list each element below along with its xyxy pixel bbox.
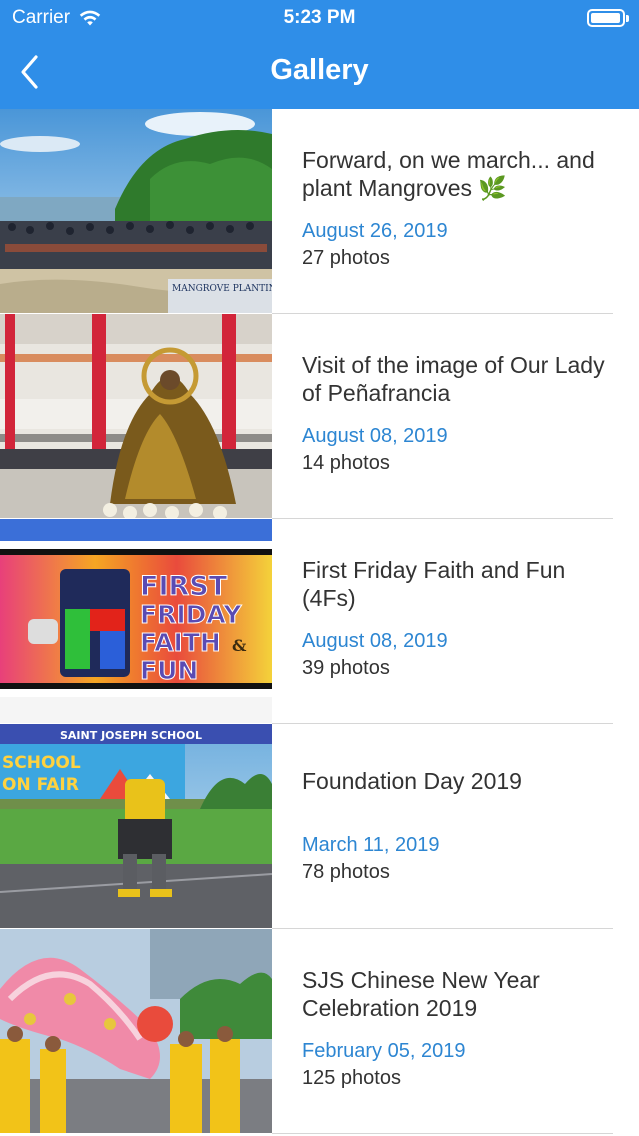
thumbnail-caption: MANGROVE PLANTING — [172, 284, 272, 294]
album-title: Forward, on we march... and plant Mangro… — [302, 147, 595, 201]
album-info: Visit of the image of Our Lady of Peñafr… — [302, 314, 619, 518]
page-title: Gallery — [270, 54, 369, 86]
thumbnail-sign: ON FAIR — [2, 775, 79, 795]
album-thumbnail: MANGROVE PLANTING — [0, 109, 272, 313]
album-title: SJS Chinese New Year Celebration 2019 — [302, 967, 540, 1021]
thumbnail-text: FIRST — [140, 571, 228, 602]
album-date: August 26, 2019 — [302, 220, 448, 242]
navigation-bar: Gallery — [0, 36, 639, 109]
album-thumbnail — [0, 929, 272, 1133]
album-row[interactable]: SAINT JOSEPH SCHOOL SCHOOL ON FAIR Found… — [0, 724, 639, 929]
album-row[interactable]: SJS Chinese New Year Celebration 2019 Fe… — [0, 929, 639, 1134]
album-photo-count: 27 photos — [302, 247, 390, 269]
album-photo-count: 78 photos — [302, 861, 390, 883]
album-title: Visit of the image of Our Lady of Peñafr… — [302, 352, 605, 406]
album-thumbnail — [0, 314, 272, 518]
album-title: First Friday Faith and Fun (4Fs) — [302, 557, 566, 611]
album-photo-count: 39 photos — [302, 657, 390, 679]
album-title: Foundation Day 2019 — [302, 768, 522, 794]
clock: 5:23 PM — [283, 7, 356, 28]
album-row[interactable]: FIRST FRIDAY FAITH FUN & First Friday Fa… — [0, 519, 639, 724]
thumbnail-text: & — [232, 636, 247, 655]
album-row[interactable]: Visit of the image of Our Lady of Peñafr… — [0, 314, 639, 519]
album-info: First Friday Faith and Fun (4Fs) August … — [302, 519, 619, 723]
thumbnail-text: FUN — [140, 656, 198, 685]
album-date: August 08, 2019 — [302, 630, 448, 652]
status-bar: Carrier 5:23 PM — [0, 0, 639, 36]
album-info: Foundation Day 2019 March 11, 2019 78 ph… — [302, 724, 619, 928]
album-row[interactable]: MANGROVE PLANTING Forward, on we march..… — [0, 109, 639, 314]
row-divider — [272, 1133, 613, 1134]
battery-icon — [587, 9, 629, 27]
album-photo-count: 125 photos — [302, 1067, 401, 1089]
album-info: Forward, on we march... and plant Mangro… — [302, 109, 619, 313]
thumbnail-text: FAITH — [140, 628, 221, 657]
album-photo-count: 14 photos — [302, 452, 390, 474]
album-date: August 08, 2019 — [302, 425, 448, 447]
album-thumbnail: FIRST FRIDAY FAITH FUN & — [0, 519, 272, 723]
album-date: February 05, 2019 — [302, 1040, 466, 1062]
album-thumbnail: SAINT JOSEPH SCHOOL SCHOOL ON FAIR — [0, 724, 272, 928]
album-date: March 11, 2019 — [302, 834, 440, 856]
app-header: Carrier 5:23 PM Gallery — [0, 0, 639, 109]
thumbnail-banner: SAINT JOSEPH SCHOOL — [60, 729, 202, 742]
thumbnail-text: FRIDAY — [140, 600, 242, 629]
thumbnail-sign: SCHOOL — [2, 753, 81, 773]
album-info: SJS Chinese New Year Celebration 2019 Fe… — [302, 929, 619, 1133]
